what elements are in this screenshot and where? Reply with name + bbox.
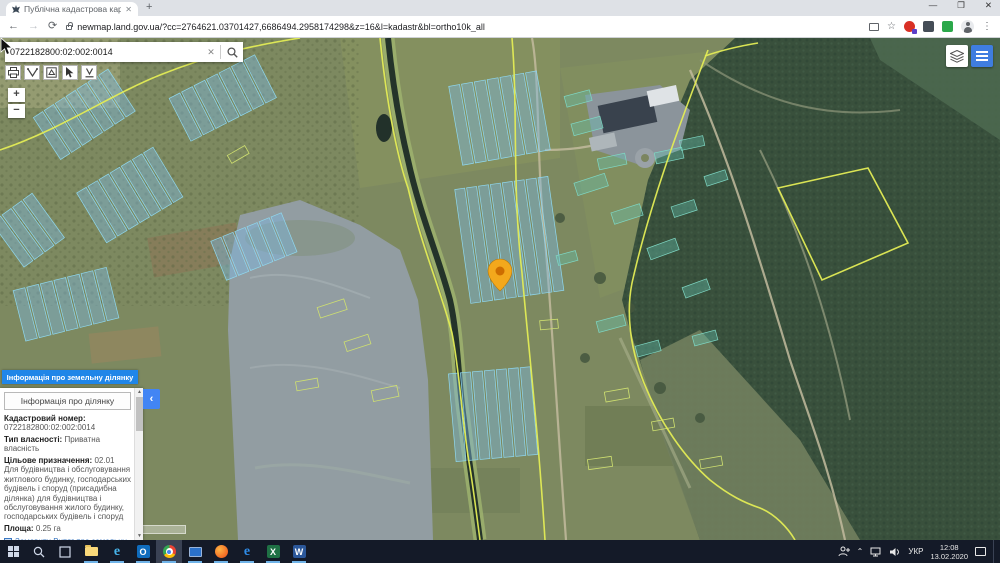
search-button[interactable] [221, 47, 243, 58]
hamburger-icon [976, 51, 988, 53]
tab-close-icon[interactable]: ✕ [125, 5, 132, 14]
tab-strip: Публічна кадастрова карта Укр ✕ + — ❐ ✕ [0, 0, 1000, 16]
excel-icon: X [267, 545, 280, 558]
measure-area-icon [46, 67, 57, 78]
measure-length-button[interactable] [24, 65, 40, 80]
field-cadastral-number: Кадастровий номер: 0722182800:02:002:001… [4, 414, 131, 433]
window-minimize-button[interactable]: — [929, 0, 938, 11]
edge-icon: e [244, 545, 250, 559]
coordinates-tool-button[interactable] [81, 65, 97, 80]
printer-icon [8, 67, 19, 78]
padlock-icon [66, 25, 72, 30]
taskbar-outlook[interactable]: O [130, 540, 156, 563]
language-indicator[interactable]: УКР [908, 547, 923, 556]
mouse-cursor [0, 38, 14, 56]
browser-menu-icon[interactable]: ⋮ [982, 21, 992, 32]
browser-chrome: Публічна кадастрова карта Укр ✕ + — ❐ ✕ … [0, 0, 1000, 38]
tab-title: Публічна кадастрова карта Укр [24, 4, 121, 14]
windows-logo-icon [8, 546, 19, 557]
people-icon[interactable] [838, 546, 850, 557]
taskbar-excel[interactable]: X [260, 540, 286, 563]
layers-button[interactable] [946, 45, 968, 67]
field-area: Площа: 0.25 га [4, 524, 131, 533]
taskbar-app-monitor[interactable] [182, 540, 208, 563]
zoom-control: + − [8, 88, 25, 120]
map-canvas[interactable]: 0722182800:02:002:0014 ✕ [0, 38, 1000, 540]
hidden-icons-chevron[interactable]: ⌃ [857, 547, 864, 556]
show-desktop-button[interactable] [993, 540, 997, 563]
zoom-in-button[interactable]: + [8, 88, 25, 102]
pointer-tool-button[interactable] [62, 65, 78, 80]
pointer-icon [65, 67, 75, 78]
new-tab-button[interactable]: + [146, 1, 152, 13]
search-input[interactable]: 0722182800:02:002:0014 [5, 47, 202, 57]
profile-avatar[interactable] [961, 20, 974, 33]
field-purpose: Цільове призначення: 02.01 Для будівницт… [4, 456, 131, 522]
panel-scrollbar[interactable]: ▲ ▼ [134, 388, 143, 540]
volume-icon[interactable] [890, 547, 901, 557]
word-icon: W [293, 545, 306, 558]
coordinates-icon [84, 67, 95, 78]
scrollbar-thumb[interactable] [136, 397, 143, 431]
action-center-icon[interactable] [975, 547, 986, 556]
extension-green-icon[interactable] [942, 21, 953, 32]
search-box[interactable]: 0722182800:02:002:0014 ✕ [5, 42, 243, 62]
start-button[interactable] [0, 540, 26, 563]
network-icon[interactable] [870, 547, 883, 557]
system-tray: ⌃ УКР 12:08 13.02.2020 [838, 540, 1000, 563]
search-icon [227, 47, 238, 58]
url-text: newmap.land.gov.ua/?cc=2764621.03701427,… [77, 22, 485, 32]
window-close-button[interactable]: ✕ [985, 0, 992, 11]
windows-taskbar: e O e X W ⌃ [0, 540, 1000, 563]
extension-dark-icon[interactable] [923, 21, 934, 32]
zoom-out-button[interactable]: − [8, 104, 25, 118]
clock-date: 13.02.2020 [930, 552, 968, 561]
menu-button[interactable] [971, 45, 993, 67]
browser-tab[interactable]: Публічна кадастрова карта Укр ✕ [6, 2, 138, 16]
measure-length-icon [27, 67, 38, 78]
map-satellite-layer [0, 38, 1000, 540]
panel-header[interactable]: Інформація про земельну ділянку [2, 370, 138, 384]
address-bar: ← → ⟳ newmap.land.gov.ua/?cc=2764621.037… [0, 16, 1000, 38]
reading-list-icon[interactable] [869, 23, 879, 31]
taskbar-search-button[interactable] [26, 540, 52, 563]
scroll-down-icon[interactable]: ▼ [135, 533, 144, 539]
tab-favicon-icon [12, 5, 20, 13]
field-ownership-type: Тип власності: Приватна власність [4, 435, 131, 454]
window-restore-button[interactable]: ❐ [957, 0, 965, 11]
file-explorer-icon [85, 547, 98, 556]
forward-button[interactable]: → [28, 21, 39, 32]
url-box[interactable]: newmap.land.gov.ua/?cc=2764621.03701427,… [66, 22, 860, 32]
print-button[interactable] [5, 65, 21, 80]
scale-bar [140, 525, 186, 534]
internet-explorer-icon: e [114, 545, 120, 559]
taskbar-word[interactable]: W [286, 540, 312, 563]
panel-collapse-button[interactable]: ‹ [143, 389, 160, 409]
layers-icon [950, 50, 964, 63]
taskbar-app-orange[interactable] [208, 540, 234, 563]
back-button[interactable]: ← [8, 21, 19, 32]
reload-button[interactable]: ⟳ [48, 21, 57, 32]
orange-app-icon [215, 545, 228, 558]
clock-time: 12:08 [930, 543, 968, 552]
taskbar-edge[interactable]: e [234, 540, 260, 563]
task-view-icon [59, 546, 71, 558]
monitor-app-icon [189, 547, 202, 557]
taskbar-file-explorer[interactable] [78, 540, 104, 563]
parcel-info-panel: Інформація про ділянку Кадастровий номер… [0, 388, 143, 540]
map-toolbar [5, 65, 97, 80]
clear-search-icon[interactable]: ✕ [202, 47, 220, 58]
taskbar-clock[interactable]: 12:08 13.02.2020 [930, 543, 968, 561]
chrome-icon [163, 545, 176, 558]
tab-parcel-info[interactable]: Інформація про ділянку [4, 392, 131, 410]
measure-area-button[interactable] [43, 65, 59, 80]
bookmark-star-icon[interactable]: ☆ [887, 22, 896, 32]
taskbar-search-icon [33, 546, 45, 558]
extension-red-icon[interactable] [904, 21, 915, 32]
task-view-button[interactable] [52, 540, 78, 563]
taskbar-chrome[interactable] [156, 540, 182, 563]
outlook-icon: O [137, 545, 150, 558]
taskbar-internet-explorer[interactable]: e [104, 540, 130, 563]
